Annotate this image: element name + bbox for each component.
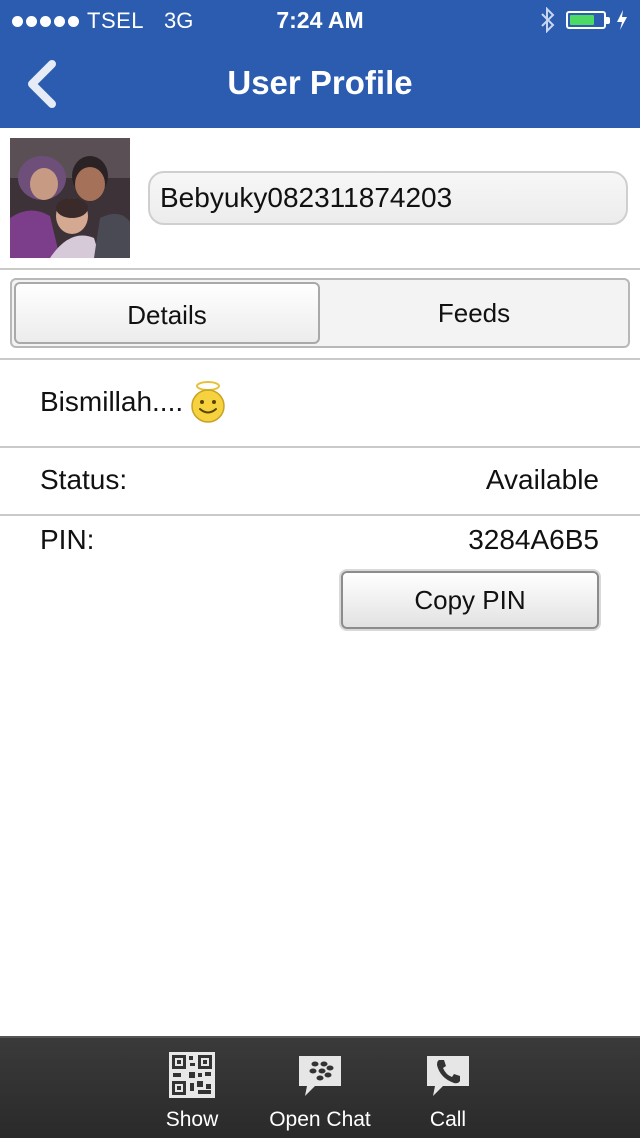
status-row: Status: Available [0,448,640,516]
navigation-bar: User Profile [0,40,640,128]
chat-bubble-icon [299,1056,341,1096]
display-name-field: Bebyuky082311874203 [148,171,628,225]
status-label: Status: [40,464,128,495]
personal-message: Bismillah.... [40,386,184,417]
battery-icon [566,11,610,29]
qr-code-icon [169,1052,215,1098]
page-title: User Profile [227,64,413,101]
angel-smiley-icon [191,381,225,423]
avatar[interactable] [10,138,130,258]
status-value: Available [485,464,599,495]
header: TSEL 3G 7:24 AM User Profile [0,0,640,128]
open-chat-button[interactable]: Open Chat [262,1038,378,1138]
status-bar: TSEL 3G 7:24 AM [0,0,640,40]
call-button[interactable]: Call [408,1038,488,1138]
call-label: Call [429,1108,467,1131]
avatar-photo [10,138,130,258]
copy-pin-button[interactable]: Copy PIN [341,571,599,629]
phone-icon [427,1056,469,1096]
personal-message-row: Bismillah.... [0,360,640,448]
tab-feeds[interactable]: Feeds [322,282,626,344]
segmented-control: Details Feeds [10,278,630,348]
pin-label: PIN: [40,524,95,555]
tab-details[interactable]: Details [14,282,320,344]
bottom-toolbar: Show Open Chat Call [0,1036,640,1138]
open-chat-label: Open Chat [269,1108,371,1131]
show-button[interactable]: Show [152,1038,232,1138]
tab-bar: Details Feeds [0,270,640,360]
pin-row: PIN: 3284A6B5 Copy PIN [0,516,640,656]
profile-header: Bebyuky082311874203 [0,128,640,270]
pin-value: 3284A6B5 [468,524,599,555]
show-label: Show [165,1108,219,1131]
bluetooth-icon [541,7,555,33]
charging-icon [617,10,627,30]
